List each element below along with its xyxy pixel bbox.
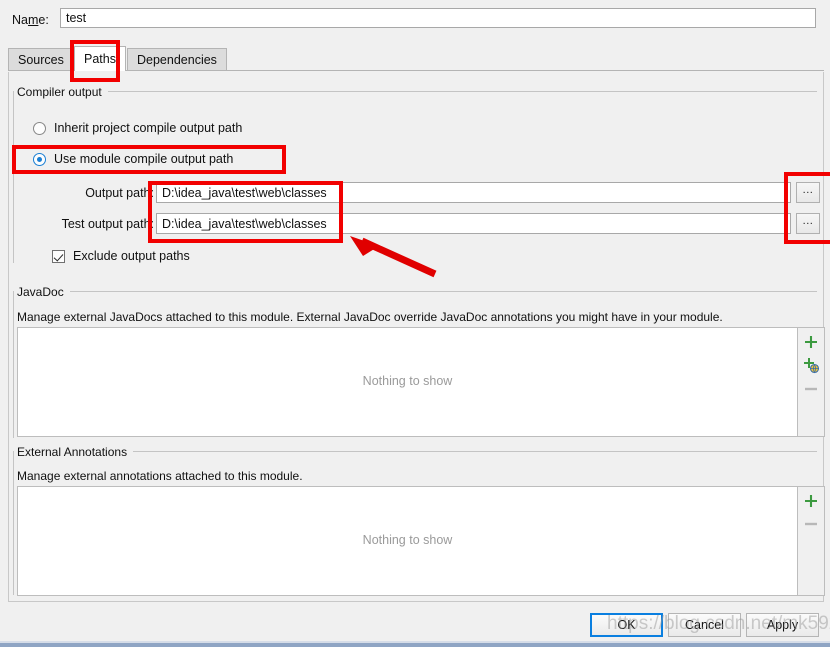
javadoc-description: Manage external JavaDocs attached to thi…	[17, 310, 723, 324]
external-annotations-list-panel[interactable]: Nothing to show	[17, 486, 798, 596]
tab-sources[interactable]: Sources	[8, 48, 74, 70]
radio-inherit-project-output[interactable]: Inherit project compile output path	[33, 121, 242, 135]
compiler-output-group-left-rule	[13, 91, 14, 263]
javadoc-group-left-rule	[13, 291, 14, 438]
external-annotations-empty-text: Nothing to show	[362, 533, 453, 547]
radio-inherit-indicator	[33, 121, 46, 135]
radio-use-module-indicator	[33, 152, 46, 166]
cancel-button[interactable]: Cancel	[668, 613, 741, 637]
name-row: Name:	[0, 0, 830, 35]
apply-button[interactable]: Apply	[746, 613, 819, 637]
compiler-output-group-label: Compiler output	[17, 85, 108, 99]
output-path-label: Output path:	[85, 186, 154, 200]
javadoc-toolbar	[798, 327, 825, 437]
javadoc-empty-text: Nothing to show	[362, 374, 453, 388]
external-annotations-toolbar	[798, 486, 825, 596]
external-annotations-group-left-rule	[13, 451, 14, 595]
dialog-bottom-edge	[0, 643, 830, 647]
paths-tab-panel: Compiler output Inherit project compile …	[8, 72, 825, 602]
compiler-output-group-rule	[104, 91, 817, 92]
radio-use-module-label: Use module compile output path	[54, 152, 234, 166]
test-output-path-browse-button[interactable]: ...	[796, 213, 820, 234]
ok-button[interactable]: OK	[590, 613, 663, 637]
exclude-output-paths-checkbox[interactable]: Exclude output paths	[52, 249, 190, 263]
test-output-path-input[interactable]	[156, 213, 791, 234]
external-annotations-group-rule	[133, 451, 817, 452]
name-label: Name:	[12, 13, 49, 27]
radio-use-module-output[interactable]: Use module compile output path	[33, 152, 233, 166]
exclude-output-paths-indicator	[52, 249, 65, 263]
javadoc-group-label: JavaDoc	[17, 285, 70, 299]
output-path-input[interactable]	[156, 182, 791, 203]
radio-inherit-label: Inherit project compile output path	[54, 121, 243, 135]
name-input[interactable]	[60, 8, 816, 28]
remove-icon[interactable]	[802, 515, 820, 533]
tab-strip: Sources Paths Dependencies	[8, 46, 824, 72]
tab-dependencies[interactable]: Dependencies	[127, 48, 227, 70]
tab-paths[interactable]: Paths	[74, 46, 126, 71]
add-icon[interactable]	[802, 333, 820, 351]
add-url-icon[interactable]	[802, 356, 820, 374]
test-output-path-label: Test output path:	[61, 217, 154, 231]
external-annotations-group-label: External Annotations	[17, 445, 134, 459]
output-path-browse-button[interactable]: ...	[796, 182, 820, 203]
module-settings-dialog: Name: Sources Paths Dependencies Compile…	[0, 0, 830, 647]
external-annotations-description: Manage external annotations attached to …	[17, 469, 303, 483]
remove-icon[interactable]	[802, 380, 820, 398]
exclude-output-paths-label: Exclude output paths	[73, 249, 190, 263]
tab-underline	[8, 70, 824, 71]
javadoc-list-panel[interactable]: Nothing to show	[17, 327, 798, 437]
add-icon[interactable]	[802, 492, 820, 510]
javadoc-group-rule	[65, 291, 817, 292]
